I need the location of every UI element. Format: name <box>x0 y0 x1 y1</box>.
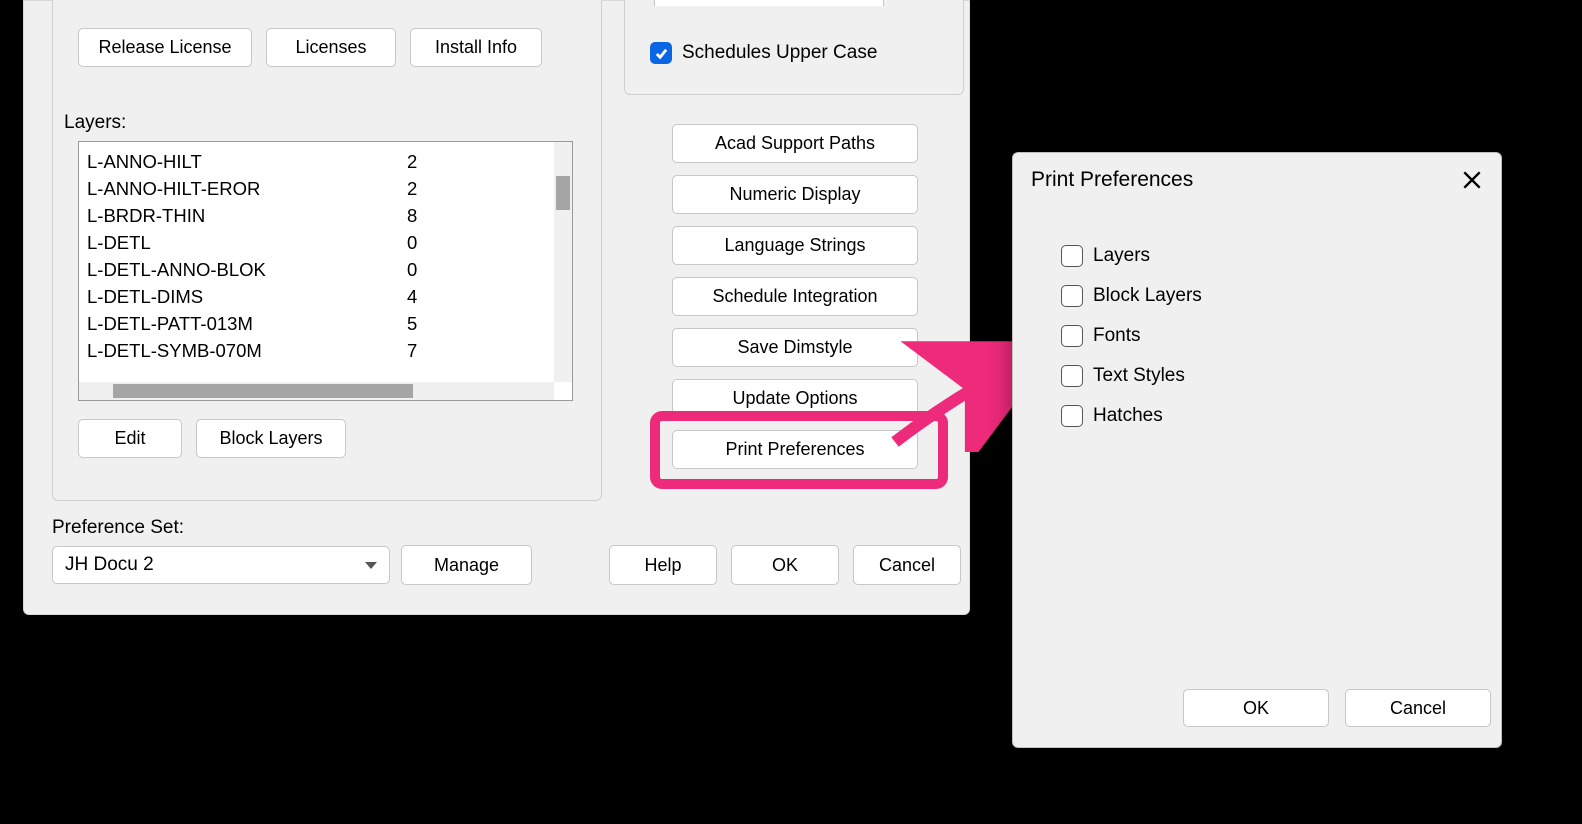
opt-block-layers-row[interactable]: Block Layers <box>1061 285 1501 307</box>
pp-ok-button[interactable]: OK <box>1183 689 1329 727</box>
list-item[interactable]: L-BRDR-THIN8 <box>87 202 554 229</box>
close-icon <box>1461 169 1483 191</box>
opt-hatches-row[interactable]: Hatches <box>1061 405 1501 427</box>
pp-cancel-button[interactable]: Cancel <box>1345 689 1491 727</box>
ok-button[interactable]: OK <box>731 545 839 585</box>
dialog-titlebar: Print Preferences <box>1013 153 1501 201</box>
schedules-upper-check-row[interactable]: Schedules Upper Case <box>650 42 877 64</box>
license-button-row: Release License Licenses Install Info <box>78 28 542 67</box>
list-item[interactable]: L-ANNO-HILT-EROR2 <box>87 175 554 202</box>
preference-set-value: JH Docu 2 <box>65 554 154 576</box>
checkbox-icon[interactable] <box>1061 325 1083 347</box>
list-item[interactable]: L-DETL-DIMS4 <box>87 283 554 310</box>
vertical-scrollbar[interactable] <box>554 142 572 382</box>
numeric-display-button[interactable]: Numeric Display <box>672 175 918 214</box>
close-button[interactable] <box>1459 167 1485 193</box>
print-dialog-buttons: OK Cancel <box>1183 689 1491 727</box>
list-item[interactable]: L-DETL0 <box>87 229 554 256</box>
list-item[interactable]: L-DETL-PATT-013M5 <box>87 310 554 337</box>
block-layers-button[interactable]: Block Layers <box>196 419 346 458</box>
layers-list[interactable]: L-ANNO-HILT2 L-ANNO-HILT-EROR2 L-BRDR-TH… <box>79 142 554 382</box>
schedule-integration-button[interactable]: Schedule Integration <box>672 277 918 316</box>
right-button-column: Acad Support Paths Numeric Display Langu… <box>672 124 918 469</box>
list-item[interactable]: L-DETL-ANNO-BLOK0 <box>87 256 554 283</box>
update-options-button[interactable]: Update Options <box>672 379 918 418</box>
opt-block-layers-label: Block Layers <box>1093 285 1202 307</box>
schedules-upper-label: Schedules Upper Case <box>682 42 877 64</box>
language-strings-button[interactable]: Language Strings <box>672 226 918 265</box>
opt-layers-label: Layers <box>1093 245 1150 267</box>
list-item[interactable]: L-ANNO-HILT2 <box>87 148 554 175</box>
help-button[interactable]: Help <box>609 545 717 585</box>
list-item[interactable]: L-DETL-SYMB-070M7 <box>87 337 554 364</box>
layers-listbox[interactable]: L-ANNO-HILT2 L-ANNO-HILT-EROR2 L-BRDR-TH… <box>78 141 573 401</box>
main-dialog-buttons: Help OK Cancel <box>609 545 961 585</box>
checkbox-icon[interactable] <box>1061 285 1083 307</box>
print-preferences-button[interactable]: Print Preferences <box>672 430 918 469</box>
release-license-button[interactable]: Release License <box>78 28 252 67</box>
opt-text-styles-label: Text Styles <box>1093 365 1185 387</box>
checkbox-checked-icon[interactable] <box>650 42 672 64</box>
checkbox-icon[interactable] <box>1061 405 1083 427</box>
opt-hatches-label: Hatches <box>1093 405 1163 427</box>
licenses-button[interactable]: Licenses <box>266 28 396 67</box>
preference-set-label: Preference Set: <box>52 517 184 539</box>
dialog-title: Print Preferences <box>1031 168 1193 192</box>
install-info-button[interactable]: Install Info <box>410 28 542 67</box>
chevron-down-icon <box>365 562 377 569</box>
scrollbar-thumb[interactable] <box>556 176 570 210</box>
edit-button[interactable]: Edit <box>78 419 182 458</box>
main-options-dialog: Release License Licenses Install Info Ed… <box>23 0 970 615</box>
preference-set-dropdown[interactable]: JH Docu 2 <box>52 546 390 584</box>
opt-text-styles-row[interactable]: Text Styles <box>1061 365 1501 387</box>
save-dimstyle-button[interactable]: Save Dimstyle <box>672 328 918 367</box>
opt-fonts-label: Fonts <box>1093 325 1141 347</box>
print-options-list: Layers Block Layers Fonts Text Styles Ha… <box>1013 201 1501 427</box>
opt-layers-row[interactable]: Layers <box>1061 245 1501 267</box>
acad-support-paths-button[interactable]: Acad Support Paths <box>672 124 918 163</box>
edit-phantom-button: Edit <box>654 0 884 6</box>
print-preferences-dialog: Print Preferences Layers Block Layers Fo… <box>1012 152 1502 748</box>
layer-button-row: Edit Block Layers <box>78 419 346 458</box>
checkbox-icon[interactable] <box>1061 245 1083 267</box>
scrollbar-thumb[interactable] <box>113 384 413 398</box>
cancel-button[interactable]: Cancel <box>853 545 961 585</box>
manage-button[interactable]: Manage <box>401 545 532 585</box>
horizontal-scrollbar[interactable] <box>79 382 554 400</box>
checkbox-icon[interactable] <box>1061 365 1083 387</box>
opt-fonts-row[interactable]: Fonts <box>1061 325 1501 347</box>
layers-label: Layers: <box>64 112 126 134</box>
